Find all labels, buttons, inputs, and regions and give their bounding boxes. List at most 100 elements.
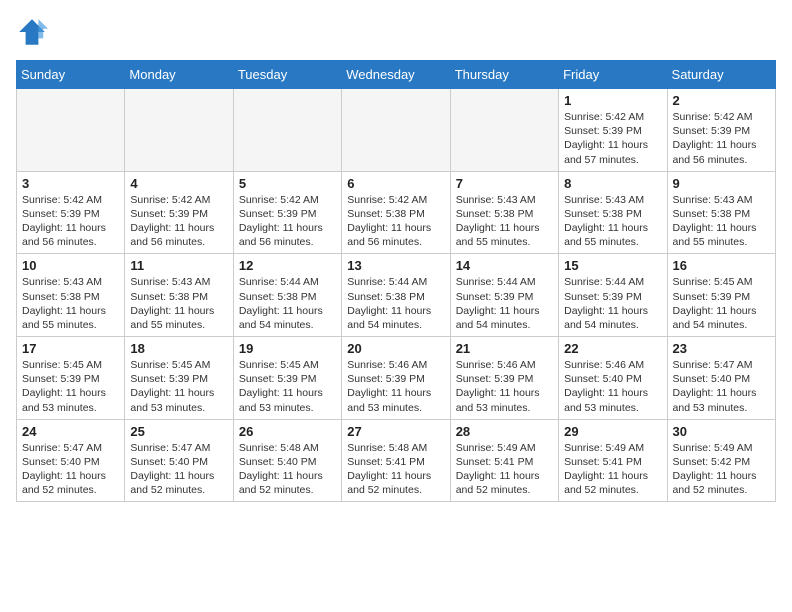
day-info: Sunrise: 5:44 AMSunset: 5:39 PMDaylight:… — [456, 275, 553, 332]
calendar-table: SundayMondayTuesdayWednesdayThursdayFrid… — [16, 60, 776, 502]
calendar-cell: 25 Sunrise: 5:47 AMSunset: 5:40 PMDayligh… — [125, 419, 233, 502]
day-info: Sunrise: 5:47 AMSunset: 5:40 PMDaylight:… — [130, 441, 227, 498]
weekday-header-saturday: Saturday — [667, 61, 775, 89]
week-row-2: 3 Sunrise: 5:42 AMSunset: 5:39 PMDaylight… — [17, 171, 776, 254]
day-info: Sunrise: 5:46 AMSunset: 5:39 PMDaylight:… — [456, 358, 553, 415]
day-info: Sunrise: 5:48 AMSunset: 5:41 PMDaylight:… — [347, 441, 444, 498]
day-info: Sunrise: 5:47 AMSunset: 5:40 PMDaylight:… — [673, 358, 770, 415]
calendar-cell: 2 Sunrise: 5:42 AMSunset: 5:39 PMDaylight… — [667, 89, 775, 172]
day-number: 15 — [564, 258, 661, 273]
day-number: 20 — [347, 341, 444, 356]
calendar-cell: 28Sunrise: 5:49 AMSunset: 5:41 PMDayligh… — [450, 419, 558, 502]
day-info: Sunrise: 5:49 AMSunset: 5:42 PMDaylight:… — [673, 441, 770, 498]
day-number: 22 — [564, 341, 661, 356]
calendar-cell: 7 Sunrise: 5:43 AMSunset: 5:38 PMDaylight… — [450, 171, 558, 254]
calendar-cell — [450, 89, 558, 172]
calendar-cell: 18 Sunrise: 5:45 AMSunset: 5:39 PMDayligh… — [125, 337, 233, 420]
day-info: Sunrise: 5:42 AMSunset: 5:39 PMDaylight:… — [673, 110, 770, 167]
calendar-cell: 17 Sunrise: 5:45 AMSunset: 5:39 PMDayligh… — [17, 337, 125, 420]
week-row-3: 10 Sunrise: 5:43 AMSunset: 5:38 PMDayligh… — [17, 254, 776, 337]
day-number: 1 — [564, 93, 661, 108]
day-number: 6 — [347, 176, 444, 191]
day-number: 25 — [130, 424, 227, 439]
day-number: 9 — [673, 176, 770, 191]
day-info: Sunrise: 5:43 AMSunset: 5:38 PMDaylight:… — [22, 275, 119, 332]
logo-icon — [16, 16, 48, 48]
calendar-cell: 23 Sunrise: 5:47 AMSunset: 5:40 PMDayligh… — [667, 337, 775, 420]
calendar-cell: 22 Sunrise: 5:46 AMSunset: 5:40 PMDayligh… — [559, 337, 667, 420]
day-number: 14 — [456, 258, 553, 273]
weekday-header-tuesday: Tuesday — [233, 61, 341, 89]
week-row-4: 17 Sunrise: 5:45 AMSunset: 5:39 PMDayligh… — [17, 337, 776, 420]
day-number: 2 — [673, 93, 770, 108]
day-info: Sunrise: 5:42 AMSunset: 5:39 PMDaylight:… — [22, 193, 119, 250]
day-info: Sunrise: 5:46 AMSunset: 5:40 PMDaylight:… — [564, 358, 661, 415]
calendar-cell: 29 Sunrise: 5:49 AMSunset: 5:41 PMDayligh… — [559, 419, 667, 502]
day-number: 10 — [22, 258, 119, 273]
calendar-cell: 9 Sunrise: 5:43 AMSunset: 5:38 PMDaylight… — [667, 171, 775, 254]
day-number: 23 — [673, 341, 770, 356]
day-number: 17 — [22, 341, 119, 356]
week-row-1: 1 Sunrise: 5:42 AMSunset: 5:39 PMDaylight… — [17, 89, 776, 172]
day-info: Sunrise: 5:45 AMSunset: 5:39 PMDaylight:… — [130, 358, 227, 415]
logo — [16, 16, 52, 48]
calendar-cell: 3 Sunrise: 5:42 AMSunset: 5:39 PMDaylight… — [17, 171, 125, 254]
day-number: 4 — [130, 176, 227, 191]
day-info: Sunrise: 5:49 AMSunset: 5:41 PMDaylight:… — [456, 441, 553, 498]
weekday-header-friday: Friday — [559, 61, 667, 89]
calendar-cell: 10 Sunrise: 5:43 AMSunset: 5:38 PMDayligh… — [17, 254, 125, 337]
calendar-cell: 13Sunrise: 5:44 AMSunset: 5:38 PMDayligh… — [342, 254, 450, 337]
calendar-cell: 16 Sunrise: 5:45 AMSunset: 5:39 PMDayligh… — [667, 254, 775, 337]
day-info: Sunrise: 5:47 AMSunset: 5:40 PMDaylight:… — [22, 441, 119, 498]
calendar-cell: 4Sunrise: 5:42 AMSunset: 5:39 PMDaylight… — [125, 171, 233, 254]
calendar-cell — [125, 89, 233, 172]
calendar-cell — [342, 89, 450, 172]
day-number: 24 — [22, 424, 119, 439]
calendar-cell: 30 Sunrise: 5:49 AMSunset: 5:42 PMDayligh… — [667, 419, 775, 502]
day-info: Sunrise: 5:42 AMSunset: 5:39 PMDaylight:… — [564, 110, 661, 167]
day-number: 27 — [347, 424, 444, 439]
day-number: 30 — [673, 424, 770, 439]
day-info: Sunrise: 5:45 AMSunset: 5:39 PMDaylight:… — [22, 358, 119, 415]
calendar-cell: 15 Sunrise: 5:44 AMSunset: 5:39 PMDayligh… — [559, 254, 667, 337]
day-info: Sunrise: 5:48 AMSunset: 5:40 PMDaylight:… — [239, 441, 336, 498]
page-header — [16, 16, 776, 48]
day-info: Sunrise: 5:45 AMSunset: 5:39 PMDaylight:… — [673, 275, 770, 332]
day-info: Sunrise: 5:45 AMSunset: 5:39 PMDaylight:… — [239, 358, 336, 415]
calendar-cell: 8 Sunrise: 5:43 AMSunset: 5:38 PMDaylight… — [559, 171, 667, 254]
calendar-cell — [233, 89, 341, 172]
calendar-cell: 14 Sunrise: 5:44 AMSunset: 5:39 PMDayligh… — [450, 254, 558, 337]
day-info: Sunrise: 5:42 AMSunset: 5:38 PMDaylight:… — [347, 193, 444, 250]
day-info: Sunrise: 5:43 AMSunset: 5:38 PMDaylight:… — [564, 193, 661, 250]
day-info: Sunrise: 5:42 AMSunset: 5:39 PMDaylight:… — [239, 193, 336, 250]
calendar-cell: 6 Sunrise: 5:42 AMSunset: 5:38 PMDaylight… — [342, 171, 450, 254]
calendar-cell: 19 Sunrise: 5:45 AMSunset: 5:39 PMDayligh… — [233, 337, 341, 420]
calendar-cell: 27 Sunrise: 5:48 AMSunset: 5:41 PMDayligh… — [342, 419, 450, 502]
calendar-cell: 26Sunrise: 5:48 AMSunset: 5:40 PMDayligh… — [233, 419, 341, 502]
day-number: 18 — [130, 341, 227, 356]
calendar-cell: 5 Sunrise: 5:42 AMSunset: 5:39 PMDaylight… — [233, 171, 341, 254]
day-number: 29 — [564, 424, 661, 439]
day-info: Sunrise: 5:43 AMSunset: 5:38 PMDaylight:… — [673, 193, 770, 250]
week-row-5: 24 Sunrise: 5:47 AMSunset: 5:40 PMDayligh… — [17, 419, 776, 502]
day-number: 8 — [564, 176, 661, 191]
weekday-header-monday: Monday — [125, 61, 233, 89]
day-number: 3 — [22, 176, 119, 191]
day-info: Sunrise: 5:44 AMSunset: 5:38 PMDaylight:… — [239, 275, 336, 332]
day-info: Sunrise: 5:46 AMSunset: 5:39 PMDaylight:… — [347, 358, 444, 415]
day-info: Sunrise: 5:44 AMSunset: 5:38 PMDaylight:… — [347, 275, 444, 332]
weekday-header-wednesday: Wednesday — [342, 61, 450, 89]
day-info: Sunrise: 5:43 AMSunset: 5:38 PMDaylight:… — [456, 193, 553, 250]
day-number: 5 — [239, 176, 336, 191]
day-number: 12 — [239, 258, 336, 273]
day-number: 7 — [456, 176, 553, 191]
calendar-cell: 12 Sunrise: 5:44 AMSunset: 5:38 PMDayligh… — [233, 254, 341, 337]
day-number: 19 — [239, 341, 336, 356]
calendar-cell: 1 Sunrise: 5:42 AMSunset: 5:39 PMDaylight… — [559, 89, 667, 172]
day-info: Sunrise: 5:49 AMSunset: 5:41 PMDaylight:… — [564, 441, 661, 498]
calendar-cell: 11Sunrise: 5:43 AMSunset: 5:38 PMDayligh… — [125, 254, 233, 337]
day-number: 16 — [673, 258, 770, 273]
day-info: Sunrise: 5:44 AMSunset: 5:39 PMDaylight:… — [564, 275, 661, 332]
calendar-cell: 24 Sunrise: 5:47 AMSunset: 5:40 PMDayligh… — [17, 419, 125, 502]
day-info: Sunrise: 5:43 AMSunset: 5:38 PMDaylight:… — [130, 275, 227, 332]
